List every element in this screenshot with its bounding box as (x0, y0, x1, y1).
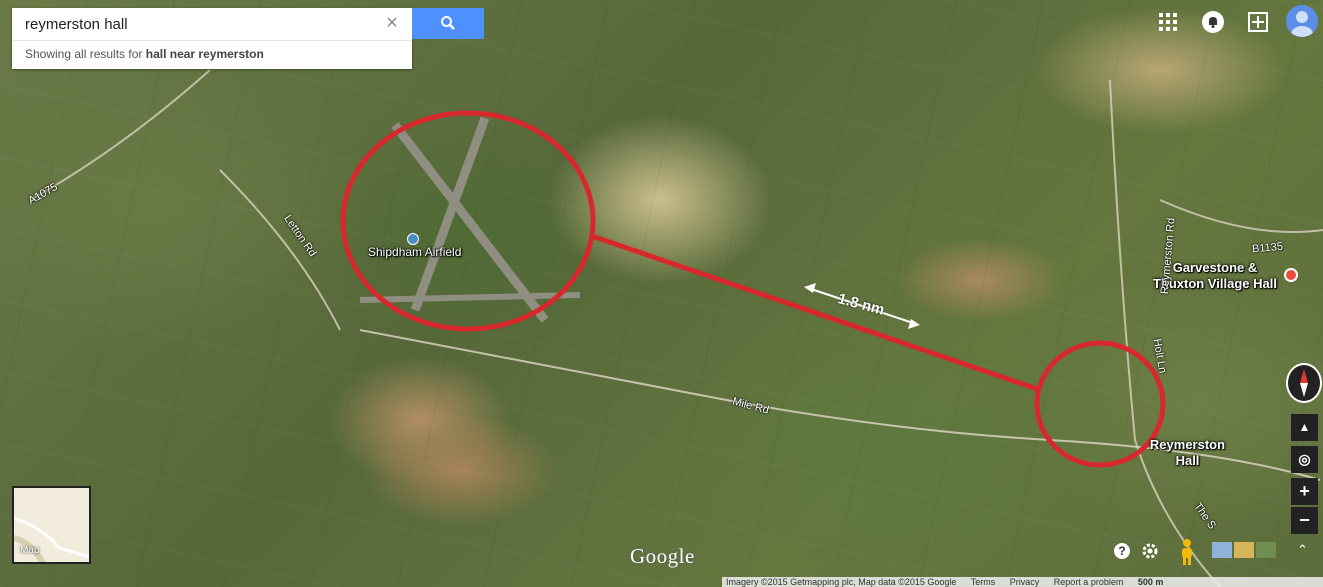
runway-2 (410, 116, 490, 312)
search-box: × Showing all results for hall near reym… (12, 8, 412, 69)
notifications-bell-icon[interactable] (1202, 11, 1224, 33)
share-plus-icon[interactable] (1248, 12, 1268, 32)
expand-chevron-icon[interactable]: ⌃ (1297, 542, 1311, 560)
hall-label-line1: Reymerston (1149, 437, 1226, 452)
report-link[interactable]: Report a problem (1054, 577, 1124, 587)
results-note: Showing all results for hall near reymer… (25, 47, 264, 61)
apps-grid-icon[interactable] (1159, 13, 1177, 31)
terms-link[interactable]: Terms (971, 577, 996, 587)
zoom-in-button[interactable]: + (1291, 478, 1318, 505)
imagery-thumbnails[interactable] (1212, 542, 1278, 560)
gear-icon[interactable] (1141, 542, 1159, 560)
clear-icon[interactable]: × (382, 13, 402, 34)
place-pin-icon[interactable] (1284, 268, 1298, 282)
privacy-link[interactable]: Privacy (1010, 577, 1040, 587)
airport-icon[interactable] (407, 233, 419, 245)
map-overlay (29, 69, 1323, 587)
airfield-label[interactable]: Shipdham Airfield (368, 245, 461, 259)
hall-label[interactable]: Reymerston Hall (1140, 437, 1235, 469)
search-icon (441, 16, 455, 30)
google-logo: Google (630, 544, 695, 568)
search-button[interactable] (412, 8, 484, 39)
compass-icon[interactable] (1286, 363, 1322, 403)
tilt-icon[interactable]: ▲ (1291, 414, 1318, 441)
road-b1135 (1159, 199, 1323, 233)
search-input[interactable] (12, 8, 412, 40)
results-query[interactable]: hall near reymerston (146, 47, 264, 61)
avatar[interactable] (1286, 5, 1318, 37)
distance-line (591, 233, 1041, 393)
pegman-icon[interactable] (1178, 538, 1196, 566)
runway-3 (359, 292, 581, 303)
hall-label-line2: Hall (1175, 453, 1200, 468)
help-icon[interactable]: ? (1114, 543, 1130, 559)
zoom-out-button[interactable]: − (1291, 507, 1318, 534)
road-letton (219, 169, 341, 331)
attribution: Imagery ©2015 Getmapping plc, Map data ©… (726, 577, 957, 587)
minimap-toggle[interactable]: Map (12, 486, 91, 564)
my-location-icon[interactable]: ◎ (1291, 446, 1318, 473)
results-prefix: Showing all results for (25, 47, 143, 61)
road-a1075 (29, 69, 211, 201)
minimap-label: Map (20, 545, 40, 556)
scale-label[interactable]: 500 m (1138, 577, 1164, 587)
search-divider (12, 40, 412, 41)
footer-bar: Imagery ©2015 Getmapping plc, Map data ©… (722, 577, 1323, 587)
